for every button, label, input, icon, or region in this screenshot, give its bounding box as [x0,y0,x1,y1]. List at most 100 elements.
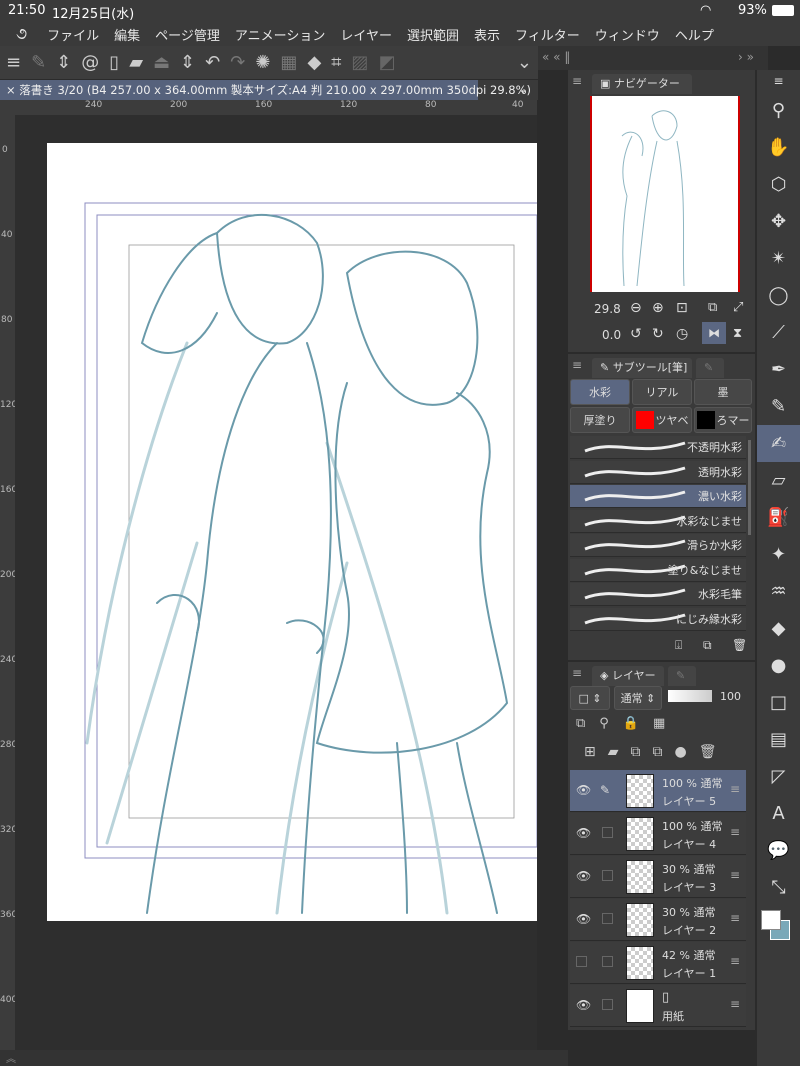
brush-item[interactable]: 濃い水彩 [570,485,746,508]
tab-navigator[interactable]: ▣ ナビゲーター [592,74,692,94]
frame-icon[interactable]: ▤ [757,721,800,758]
layer-row[interactable]: 👁 30 % 通常 レイヤー 3 ≡ [570,856,746,898]
menu-layer[interactable]: レイヤー [340,25,392,44]
zoom-out-icon[interactable]: ⊖ [630,300,642,316]
menu-window[interactable]: ウィンドウ [595,25,660,44]
redo-icon[interactable]: ↷ [230,52,245,73]
undo-icon[interactable]: ↶ [205,52,220,73]
layer-row[interactable]: 42 % 通常 レイヤー 1 ≡ [570,942,746,984]
trash-icon[interactable]: 🗑 [732,638,747,652]
chevron-down-icon[interactable]: ⌄ [518,82,528,96]
layer-menu-icon[interactable]: ≡ [730,868,740,882]
clear-icon[interactable]: ✺ [255,52,270,73]
fit-window-icon[interactable]: ⤢ [733,300,743,315]
document-tab[interactable]: × 落書き 3/20 (B4 257.00 x 364.00mm 製本サイズ:A… [0,80,531,100]
opacity-value[interactable]: 100 [720,690,741,703]
tab-subtool[interactable]: ✎ サブツール[筆] [592,358,692,378]
flip-vertical-icon[interactable]: ⧗ [733,326,742,341]
chevron-down-icon[interactable]: ⌄ [517,52,532,73]
pen-icon[interactable]: ✒ [757,351,800,388]
expand-icon[interactable]: › » [738,50,754,64]
layer-menu-icon[interactable]: ≡ [730,825,740,839]
layer-row[interactable]: 👁 100 % 通常 レイヤー 4 ≡ [570,813,746,855]
edit-target-checkbox[interactable] [602,956,613,967]
layer-lock-icons[interactable]: ⧉⚲🔒▦ [576,716,679,731]
layer-row[interactable]: 👁 ▯ 用紙 ≡ [570,985,746,1027]
fit-icon[interactable]: ⊡ [676,300,688,316]
balloon-icon[interactable]: 💬 [757,832,800,869]
menu-file[interactable]: ファイル [47,25,99,44]
hand-tool-icon[interactable]: ✋ [757,129,800,166]
brush-item[interactable]: 水彩なじませ [570,509,746,533]
figure-icon[interactable]: □ [757,684,800,721]
reset-rotation-icon[interactable]: ◷ [676,326,688,342]
color-swatch[interactable] [757,906,800,956]
transform-icon[interactable]: ⌗ [331,52,341,73]
close-icon[interactable]: × [6,83,19,97]
brush-item[interactable]: 水彩毛筆 [570,583,746,606]
menu-animation[interactable]: アニメーション [235,25,325,44]
open-folder-icon[interactable]: ▰ [129,52,143,73]
rotate-right-icon[interactable]: ↻ [652,326,664,342]
expand-up-icon[interactable]: ︽ [6,1050,16,1065]
brush-item[interactable]: にじみ縁水彩 [570,607,746,631]
app-logo-icon[interactable]: ૭ [16,24,27,44]
hamburger-icon[interactable]: ≡ [6,52,21,73]
subtool-group-ink[interactable]: 墨 [694,379,752,405]
decoration-icon[interactable]: ✦ [757,536,800,573]
bucket-icon[interactable]: ◆ [307,52,321,73]
subtool-group-thick-paint[interactable]: 厚塗り [570,407,630,433]
layer-row[interactable]: 👁 ✎ 100 % 通常 レイヤー 5 ≡ [570,770,746,812]
stepper-icon-2[interactable]: ⇕ [180,52,195,73]
gradient-icon[interactable]: ● [757,647,800,684]
brush-item[interactable]: 透明水彩 [570,460,746,484]
tab-tool-property[interactable]: ✎ [696,358,724,378]
panel-menu-icon[interactable]: ≡ [572,358,582,372]
menu-filter[interactable]: フィルター [515,25,580,44]
duplicate-icon[interactable]: ⧉ [703,638,712,653]
brush-item[interactable]: 塗り&なじませ [570,558,746,582]
eye-icon[interactable]: 👁 [576,869,591,883]
flip-horizontal-icon[interactable]: ⧓ [702,322,726,344]
visibility-checkbox[interactable] [576,956,587,967]
menu-help[interactable]: ヘルプ [675,25,714,44]
spiral-icon[interactable]: @ [81,52,99,73]
subtool-group-real[interactable]: リアル [632,379,692,405]
fill-icon[interactable]: ▦ [280,52,297,73]
collapse-icon[interactable]: « « ‖ [542,50,570,64]
layer-action-icons[interactable]: ⊞▰⧉⧉●🗑 [584,744,728,760]
eye-icon[interactable]: 👁 [576,826,591,840]
actual-size-icon[interactable]: ⧉ [708,300,717,315]
deselect-icon[interactable]: ▨ [351,52,368,73]
ruler-icon[interactable]: ◸ [757,758,800,795]
panel-menu-icon[interactable]: ≡ [572,666,582,680]
lasso-icon[interactable]: ◯ [757,277,800,314]
panel-menu-icon[interactable]: ≡ [757,70,800,92]
text-icon[interactable]: A [757,795,800,832]
eye-icon[interactable]: 👁 [576,912,591,926]
eye-icon[interactable]: 👁 [576,998,591,1012]
object-tool-icon[interactable]: ⬡ [757,166,800,203]
navigator-preview[interactable] [590,96,740,292]
airbrush-icon[interactable]: ⛽ [757,499,800,536]
edit-icon[interactable]: ✎ [31,52,46,73]
save-icon[interactable]: ⏏ [153,52,170,73]
layer-menu-icon[interactable]: ≡ [730,911,740,925]
opacity-slider[interactable] [668,690,712,702]
zoom-tool-icon[interactable]: ⚲ [757,92,800,129]
tab-layer[interactable]: ◈ レイヤー [592,666,664,686]
scrollbar[interactable] [748,440,751,535]
layer-color-select[interactable]: □ ⇕ [570,686,610,710]
edit-target-checkbox[interactable] [602,827,613,838]
eraser-icon[interactable]: ▱ [757,462,800,499]
menu-selection[interactable]: 選択範囲 [407,25,459,44]
subtool-group-marker[interactable]: ろマー [694,407,752,433]
blend-mode-select[interactable]: 通常 ⇕ [614,686,662,710]
zoom-in-icon[interactable]: ⊕ [652,300,664,316]
layer-row[interactable]: 👁 30 % 通常 レイヤー 2 ≡ [570,899,746,941]
tab-layer-property[interactable]: ✎ [668,666,696,686]
auto-select-icon[interactable]: ✴ [757,240,800,277]
brush-item[interactable]: 滑らか水彩 [570,534,746,557]
rotate-left-icon[interactable]: ↺ [630,326,642,342]
panel-menu-icon[interactable]: ≡ [572,74,582,88]
